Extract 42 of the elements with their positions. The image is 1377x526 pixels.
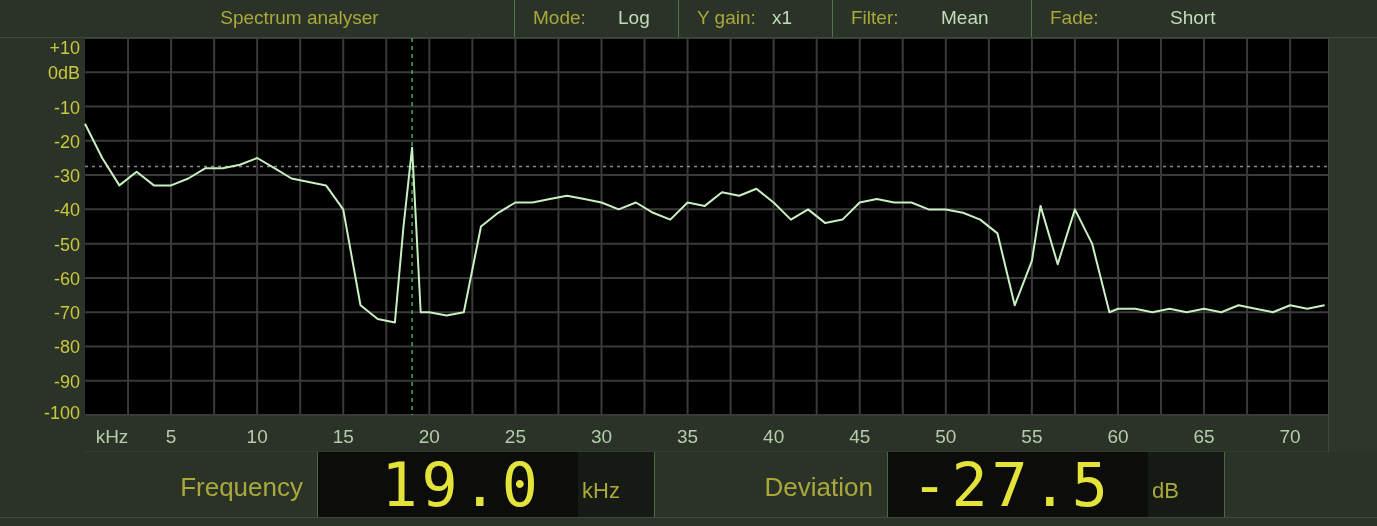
x-tick-label: 15 (332, 426, 354, 447)
digital-display: 19.0 (318, 452, 578, 517)
x-tick-label: 35 (677, 426, 699, 447)
y-tick-label: -60 (54, 268, 80, 289)
x-tick-label: 70 (1279, 426, 1301, 447)
readout-unit: kHz (582, 477, 620, 505)
y-tick-label: -30 (54, 166, 80, 187)
readout-label: Frequency (180, 471, 303, 504)
panel-title: Spectrum analyser (220, 6, 379, 31)
setting-label: Y gain: (697, 6, 757, 31)
setting-value[interactable]: Short (1170, 4, 1260, 33)
y-tick-label: -90 (54, 371, 80, 392)
setting-label: Fade: (1050, 6, 1100, 31)
x-tick-label: 55 (1021, 426, 1043, 447)
setting-label: Filter: (851, 6, 900, 31)
x-tick-label: 45 (849, 426, 871, 447)
setting-label: Mode: (533, 6, 587, 31)
setting-value[interactable]: Mean (941, 4, 1031, 33)
x-tick-label: 50 (935, 426, 957, 447)
y-tick-label: -50 (54, 234, 80, 255)
y-tick-label: -10 (54, 97, 80, 118)
y-tick-label: +10 (49, 38, 80, 58)
x-tick-label: 30 (590, 426, 613, 447)
y-tick-label: 0dB (47, 63, 80, 84)
x-tick-label: 40 (763, 426, 785, 447)
setting-value[interactable]: x1 (772, 4, 832, 33)
digital-display: -27.5 (888, 452, 1148, 517)
x-tick-label: 20 (418, 426, 440, 447)
y-tick-label: -80 (54, 337, 80, 358)
x-tick-label: 10 (246, 426, 268, 447)
readout-label: Deviation (764, 471, 873, 504)
y-tick-label: -70 (54, 303, 80, 324)
y-tick-label: -100 (43, 403, 80, 423)
x-tick-label: 60 (1107, 426, 1129, 447)
setting-value[interactable]: Log (618, 4, 678, 33)
y-tick-label: -20 (54, 131, 80, 152)
x-tick-label: 5 (165, 426, 177, 447)
x-axis-label: kHz (95, 426, 129, 447)
x-tick-label: 25 (504, 426, 526, 447)
y-tick-label: -40 (54, 200, 80, 221)
x-tick-label: 65 (1193, 426, 1215, 447)
readout-unit: dB (1152, 477, 1179, 505)
